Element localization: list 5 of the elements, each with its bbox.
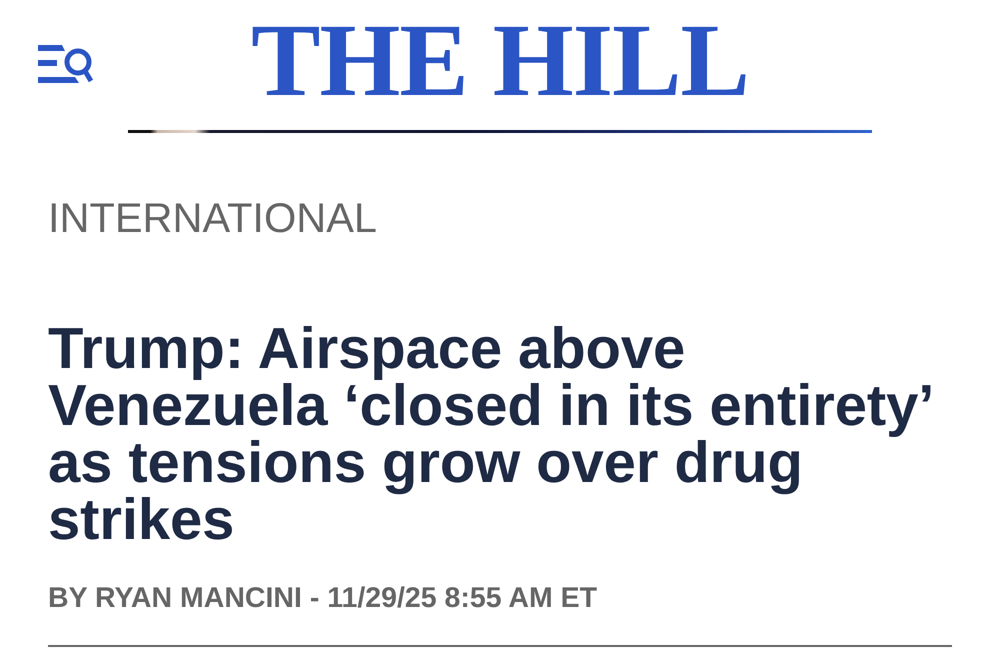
- site-logo[interactable]: THE HILL: [251, 0, 749, 113]
- article-byline: BY RYAN MANCINI - 11/29/25 8:55 AM ET: [48, 584, 598, 612]
- article-headline: Trump: Airspace above Venezuela ‘closed in its entirety’ as tensions grow over drug strikes: [48, 320, 932, 548]
- section-label: INTERNATIONAL: [48, 197, 378, 238]
- menu-search-icon[interactable]: [38, 45, 93, 83]
